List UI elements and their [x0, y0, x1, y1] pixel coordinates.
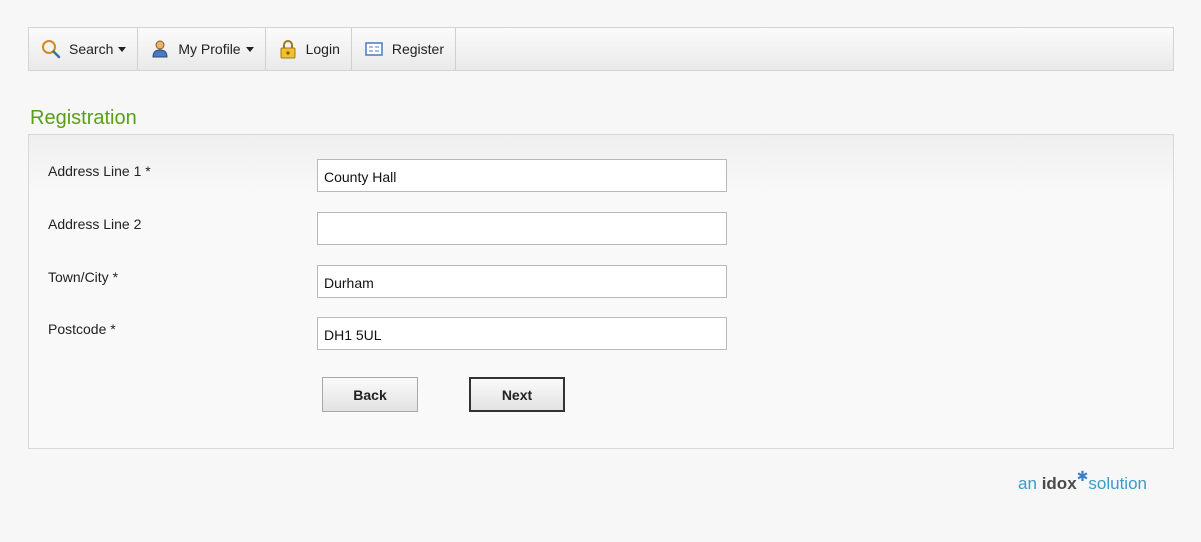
address-line-1-label: Address Line 1 * — [48, 163, 151, 179]
back-button[interactable]: Back — [322, 377, 418, 412]
nav-my-profile-label: My Profile — [178, 41, 241, 57]
form-icon — [364, 39, 384, 59]
chevron-down-icon — [118, 46, 127, 52]
nav-login-label: Login — [305, 41, 340, 57]
town-city-input[interactable] — [317, 265, 727, 298]
nav-register-label: Register — [391, 41, 444, 57]
nav-my-profile[interactable]: My Profile — [138, 28, 266, 70]
nav-search[interactable]: Search — [29, 28, 139, 70]
address-line-2-input[interactable] — [317, 212, 727, 245]
brand-name: idox — [1041, 474, 1077, 493]
next-button[interactable]: Next — [469, 377, 565, 412]
nav-login[interactable]: Login — [266, 28, 352, 70]
registration-form-panel: Address Line 1 * Address Line 2 Town/Cit… — [28, 134, 1174, 449]
town-city-label: Town/City * — [48, 269, 119, 285]
postcode-label: Postcode * — [48, 321, 116, 337]
user-icon — [150, 39, 170, 59]
search-icon — [41, 39, 61, 59]
idox-logo: an idox✱solution — [1018, 468, 1147, 494]
chevron-down-icon — [245, 46, 254, 52]
page-title: Registration — [30, 107, 137, 129]
brand-suffix: solution — [1088, 474, 1147, 493]
idox-star-icon: ✱ — [1076, 468, 1089, 484]
address-line-2-label: Address Line 2 — [48, 216, 142, 232]
postcode-input[interactable] — [317, 317, 727, 350]
lock-icon — [278, 39, 298, 59]
address-line-1-input[interactable] — [317, 159, 727, 192]
top-nav-bar: Search My Profile Login Register — [28, 27, 1174, 71]
nav-search-label: Search — [69, 41, 114, 57]
nav-register[interactable]: Register — [352, 28, 456, 70]
brand-prefix: an — [1018, 474, 1037, 493]
